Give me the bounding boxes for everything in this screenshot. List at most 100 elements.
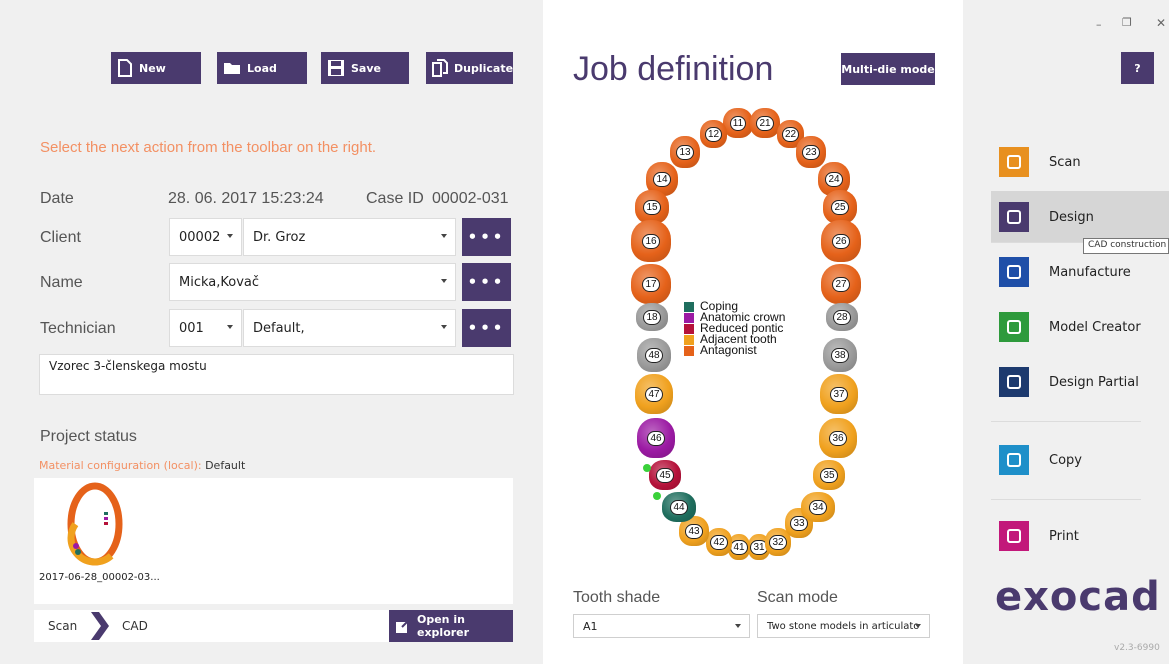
print-icon: [999, 521, 1029, 551]
case-id-value: 00002-031: [432, 190, 509, 207]
tooth-28[interactable]: 28: [826, 303, 858, 331]
menu-item-copy[interactable]: Copy: [991, 434, 1169, 486]
tooth-37[interactable]: 37: [820, 374, 858, 414]
help-button[interactable]: ?: [1121, 52, 1154, 84]
menu-divider: [991, 499, 1141, 500]
job-form-panel: New Load Save Duplicate Select the next …: [0, 0, 543, 664]
external-open-icon: [396, 618, 411, 633]
folder-open-icon: [224, 63, 240, 74]
tooth-21[interactable]: 21: [750, 108, 780, 138]
date-value: 28. 06. 2017 15:23:24: [168, 190, 324, 207]
notes-textarea[interactable]: Vzorec 3-členskega mostu: [39, 354, 514, 395]
legend-label: Antagonist: [700, 343, 757, 357]
chevron-down-icon: [735, 624, 741, 628]
legend-swatch: [684, 323, 694, 334]
tooth-26[interactable]: 26: [821, 220, 861, 262]
action-toolbar: – ❐ ✕ ? Scan Design Manufacture Model Creat…: [963, 0, 1169, 664]
tooth-number: 45: [656, 467, 674, 483]
new-button[interactable]: New: [111, 52, 201, 84]
version-label: v2.3-6990: [1114, 643, 1160, 653]
tooth-23[interactable]: 23: [796, 136, 826, 168]
menu-item-model-creator[interactable]: Model Creator: [991, 301, 1169, 353]
chevron-down-icon: [441, 279, 447, 283]
menu-item-label: Print: [1049, 528, 1079, 544]
tooth-11[interactable]: 11: [723, 108, 753, 138]
chevron-down-icon: [915, 624, 921, 628]
menu-item-label: Design: [1049, 209, 1094, 225]
tooth-number: 46: [647, 430, 665, 446]
tooth-number: 12: [704, 126, 723, 142]
tooth-number: 36: [829, 430, 847, 446]
legend-swatch: [684, 301, 694, 312]
client-code-select[interactable]: 00002: [169, 218, 242, 256]
tooth-45[interactable]: 45: [649, 460, 681, 490]
tooth-number: 16: [642, 233, 660, 249]
tooth-number: 14: [653, 171, 671, 187]
open-in-explorer-button[interactable]: Open in explorer: [389, 610, 513, 642]
material-config: Material configuration (local): Default: [39, 459, 246, 472]
minimize-icon[interactable]: –: [1096, 18, 1102, 31]
menu-item-design[interactable]: Design: [991, 191, 1169, 243]
tooth-46[interactable]: 46: [637, 418, 675, 458]
tooth-shade-select[interactable]: A1: [573, 614, 750, 638]
page-title: Job definition: [573, 50, 774, 88]
menu-item-design-partial[interactable]: Design Partial: [991, 356, 1169, 408]
client-label: Client: [40, 229, 81, 246]
tooth-35[interactable]: 35: [813, 460, 845, 490]
save-button[interactable]: Save: [321, 52, 409, 84]
tooth-number: 13: [676, 144, 694, 160]
technician-code-select[interactable]: 001: [169, 309, 242, 347]
tooth-42[interactable]: 42: [706, 528, 732, 556]
tooth-number: 18: [643, 309, 661, 325]
technician-label: Technician: [40, 320, 116, 337]
close-icon[interactable]: ✕: [1156, 16, 1166, 30]
tooth-legend: Coping Anatomic crown Reduced pontic Adjace…: [684, 300, 785, 357]
tooth-18[interactable]: 18: [636, 303, 668, 331]
menu-item-print[interactable]: Print: [991, 510, 1169, 562]
tooth-12[interactable]: 12: [700, 120, 727, 148]
tooth-38[interactable]: 38: [823, 338, 857, 372]
tooth-44[interactable]: 44: [662, 492, 696, 522]
step-cad[interactable]: CAD: [122, 619, 148, 633]
copy-icon: [999, 445, 1029, 475]
legend-swatch: [684, 334, 694, 345]
project-files-area: 2017-06-28_00002-03...: [34, 478, 513, 604]
technician-name-select[interactable]: Default,: [243, 309, 456, 347]
patient-name-input[interactable]: Micka,Kovač: [169, 263, 456, 301]
restore-icon[interactable]: ❐: [1122, 16, 1132, 29]
tooth-15[interactable]: 15: [635, 190, 669, 224]
connector-dot-icon[interactable]: [643, 464, 651, 472]
model-creator-icon: [999, 312, 1029, 342]
project-thumbnail[interactable]: [52, 482, 138, 566]
tooth-number: 48: [645, 347, 663, 363]
step-scan[interactable]: Scan: [48, 619, 77, 633]
tooth-27[interactable]: 27: [821, 264, 861, 304]
tooth-number: 43: [685, 523, 703, 539]
scan-mode-label: Scan mode: [757, 589, 838, 606]
technician-more-button[interactable]: •••: [462, 309, 511, 347]
tooth-17[interactable]: 17: [631, 264, 671, 304]
tooth-36[interactable]: 36: [819, 418, 857, 458]
menu-item-label: Manufacture: [1049, 264, 1131, 280]
tooth-16[interactable]: 16: [631, 220, 671, 262]
tooth-number: 32: [769, 534, 787, 550]
tooth-13[interactable]: 13: [670, 136, 700, 168]
tooth-34[interactable]: 34: [801, 492, 835, 522]
menu-item-scan[interactable]: Scan: [991, 136, 1169, 188]
tooth-47[interactable]: 47: [635, 374, 673, 414]
scan-mode-select[interactable]: Two stone models in articulato: [757, 614, 930, 638]
design-partial-icon: [999, 367, 1029, 397]
legend-item: Antagonist: [684, 343, 785, 357]
name-more-button[interactable]: •••: [462, 263, 511, 301]
tooth-48[interactable]: 48: [637, 338, 671, 372]
duplicate-button[interactable]: Duplicate: [426, 52, 513, 84]
tooth-25[interactable]: 25: [823, 190, 857, 224]
client-name-select[interactable]: Dr. Groz: [243, 218, 456, 256]
multi-die-mode-button[interactable]: Multi-die mode: [841, 53, 935, 85]
tooth-number: 37: [830, 386, 848, 402]
tooth-number: 42: [710, 534, 728, 550]
connector-dot-icon[interactable]: [653, 492, 661, 500]
client-more-button[interactable]: •••: [462, 218, 511, 256]
project-status-title: Project status: [40, 428, 137, 445]
load-button[interactable]: Load: [217, 52, 307, 84]
